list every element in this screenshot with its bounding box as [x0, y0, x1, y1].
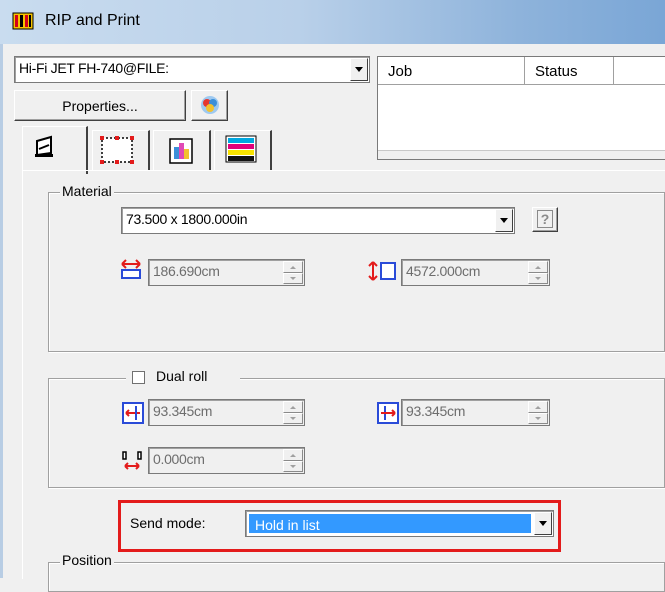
material-width-stepper[interactable]: [283, 261, 303, 284]
column-status[interactable]: Status: [525, 57, 614, 85]
material-width-value: 186.690cm: [153, 263, 220, 279]
roll-gap-stepper[interactable]: [283, 449, 303, 472]
roll-gap-value: 0.000cm: [153, 451, 205, 467]
printer-select[interactable]: Hi-Fi JET FH-740@FILE:: [14, 56, 370, 83]
position-group-label: Position: [60, 552, 114, 568]
chevron-down-icon[interactable]: [534, 512, 552, 535]
window-title: RIP and Print: [45, 12, 140, 29]
color-bars-icon: [225, 135, 257, 163]
material-length-stepper[interactable]: [528, 261, 548, 284]
send-mode-selection: Hold in list: [249, 514, 531, 533]
left-roll-width-field[interactable]: 93.345cm: [148, 399, 305, 426]
material-length-value: 4572.000cm: [406, 263, 481, 279]
send-mode-label: Send mode:: [130, 515, 206, 531]
column-empty: [614, 57, 665, 85]
tab-layout[interactable]: [22, 126, 88, 174]
tab-crop[interactable]: [92, 130, 150, 170]
layout-icon: [35, 135, 53, 157]
right-roll-width-value: 93.345cm: [406, 403, 466, 419]
column-job[interactable]: Job: [378, 57, 525, 85]
job-list[interactable]: Job Status: [377, 56, 665, 160]
job-list-scrollbar[interactable]: [378, 150, 665, 159]
properties-button[interactable]: Properties...: [14, 90, 186, 121]
chevron-down-icon[interactable]: [350, 58, 368, 81]
properties-button-label: Properties...: [62, 98, 138, 114]
material-size-value: 73.500 x 1800.000in: [126, 211, 248, 227]
position-group: [48, 562, 665, 592]
dual-roll-checkbox[interactable]: [132, 371, 145, 384]
chevron-down-icon[interactable]: [495, 209, 513, 232]
left-roll-width-value: 93.345cm: [153, 403, 213, 419]
left-roll-width-icon: [122, 402, 144, 427]
crop-frame-icon: [100, 136, 134, 164]
app-icon: [12, 11, 34, 31]
material-size-select[interactable]: 73.500 x 1800.000in: [121, 207, 515, 234]
color-wheel-icon: [200, 96, 219, 114]
left-roll-width-stepper[interactable]: [283, 401, 303, 424]
material-width-field[interactable]: 186.690cm: [148, 259, 305, 286]
printer-select-value: Hi-Fi JET FH-740@FILE:: [19, 60, 169, 76]
material-length-field[interactable]: 4572.000cm: [401, 259, 550, 286]
length-icon: [367, 260, 399, 285]
window-frame: [0, 44, 3, 578]
send-mode-value: Hold in list: [255, 517, 320, 533]
help-button[interactable]: ?: [532, 207, 558, 232]
right-roll-width-icon: [377, 402, 399, 427]
send-mode-select[interactable]: Hold in list: [245, 510, 554, 537]
width-icon: [120, 258, 142, 283]
right-roll-width-stepper[interactable]: [528, 401, 548, 424]
tab-color-bars[interactable]: [214, 130, 272, 170]
color-icon: [169, 138, 193, 164]
material-group-label: Material: [60, 183, 114, 199]
roll-gap-field[interactable]: 0.000cm: [148, 447, 305, 474]
right-roll-width-field[interactable]: 93.345cm: [401, 399, 550, 426]
dual-roll-label: Dual roll: [156, 368, 208, 384]
color-profile-button[interactable]: [191, 90, 228, 121]
help-icon: ?: [536, 210, 554, 228]
roll-gap-icon: [120, 449, 144, 474]
tab-color[interactable]: [153, 130, 211, 170]
